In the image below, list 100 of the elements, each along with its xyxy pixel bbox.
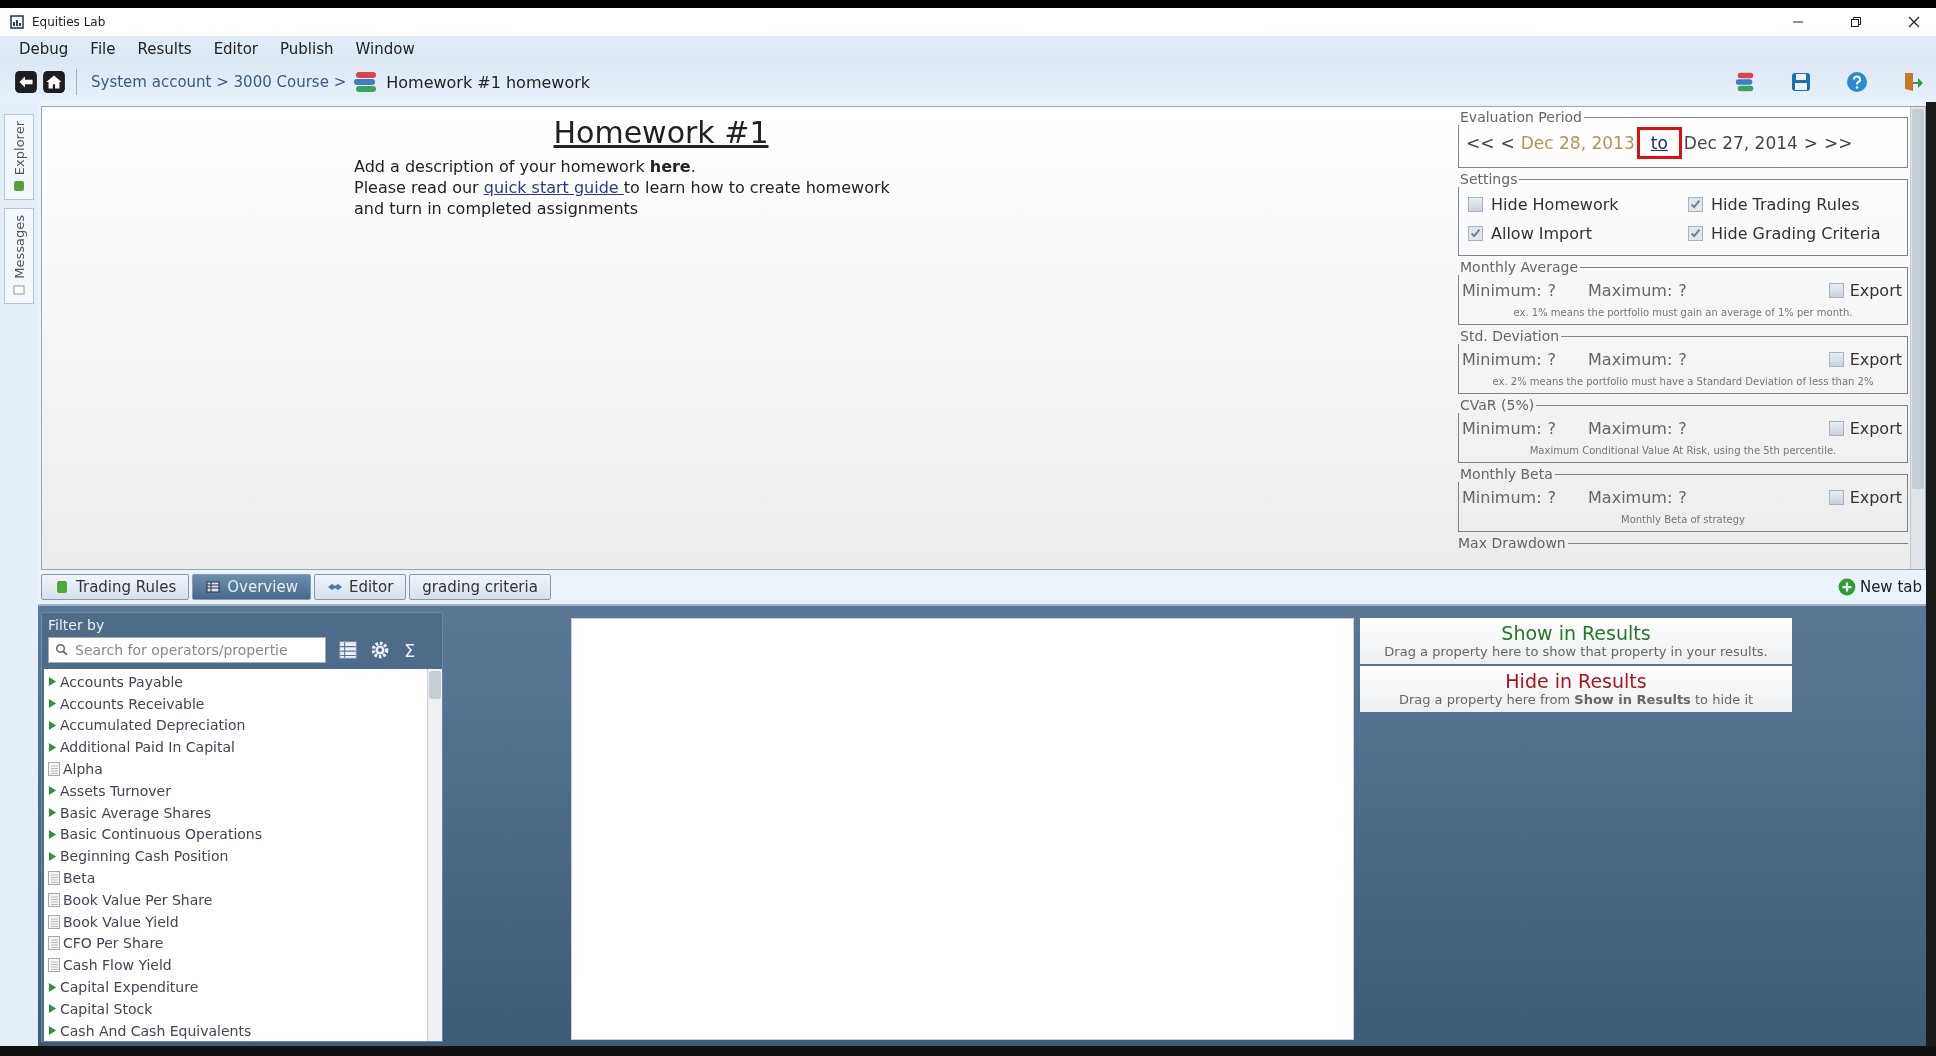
app-icon xyxy=(10,15,24,29)
menu-item[interactable]: Editor xyxy=(202,40,270,58)
breadcrumb-link[interactable]: System account > 3000 Course > xyxy=(91,73,347,91)
maximum-value[interactable]: ? xyxy=(1678,350,1687,369)
scrollbar[interactable] xyxy=(427,669,442,1041)
maximum-value[interactable]: ? xyxy=(1678,419,1687,438)
back-icon[interactable] xyxy=(14,70,38,94)
books-icon[interactable] xyxy=(1734,71,1756,93)
drop-zone[interactable]: Show in Results Drag a property here to show that property in your results. xyxy=(1360,618,1792,664)
tab[interactable]: Editor xyxy=(313,574,407,600)
tree-item[interactable]: CFO Per Share xyxy=(63,935,164,952)
previous-link[interactable]: < xyxy=(1500,133,1515,153)
maximum-label: Maximum: xyxy=(1588,419,1673,438)
to-link[interactable]: to xyxy=(1650,133,1668,153)
expand-arrow-icon[interactable] xyxy=(48,1025,57,1037)
table-icon[interactable] xyxy=(338,640,358,660)
expand-arrow-icon[interactable] xyxy=(48,741,57,753)
minimum-label: Minimum: xyxy=(1462,419,1542,438)
home-icon[interactable] xyxy=(42,70,66,94)
tree-item[interactable]: Beta xyxy=(63,870,96,887)
side-tab[interactable]: Messages xyxy=(4,208,34,304)
tree-item[interactable]: Alpha xyxy=(63,761,103,778)
expand-arrow-icon[interactable] xyxy=(48,807,57,819)
side-tab[interactable]: Explorer xyxy=(4,114,34,201)
tab[interactable]: Overview xyxy=(192,574,311,600)
checkbox[interactable] xyxy=(1828,283,1844,298)
tree-item[interactable]: Additional Paid In Capital xyxy=(60,739,235,756)
tree-item[interactable]: Book Value Yield xyxy=(63,913,179,930)
zone-title: Hide in Results xyxy=(1504,670,1648,692)
tree-item[interactable]: Book Value Per Share xyxy=(63,891,213,908)
drop-zone[interactable]: Hide in Results Drag a property here from Show in Results to hide it xyxy=(1360,666,1792,712)
expand-arrow-icon[interactable] xyxy=(48,981,57,993)
expand-arrow-icon[interactable] xyxy=(48,698,57,710)
group-label: CVaR (5%) xyxy=(1459,397,1536,413)
scrollbar[interactable] xyxy=(1910,107,1925,569)
checkbox[interactable] xyxy=(1828,421,1844,436)
checkbox[interactable] xyxy=(1468,226,1483,241)
menu-item[interactable]: Results xyxy=(126,40,203,58)
zone-hint: Drag a property here from Show in Results to hide it xyxy=(1397,692,1755,707)
end-date[interactable]: Dec 27, 2014 xyxy=(1683,133,1798,153)
save-icon[interactable] xyxy=(1790,71,1812,93)
panel-title: Filter by xyxy=(47,616,106,635)
tree-item[interactable]: Accumulated Depreciation xyxy=(60,717,246,734)
minimum-value[interactable]: ? xyxy=(1547,350,1557,369)
tree-item[interactable]: Capital Stock xyxy=(60,1000,153,1017)
settings-icon[interactable] xyxy=(370,640,390,660)
next-link[interactable]: > xyxy=(1803,133,1819,153)
guide-link[interactable]: quick start guide xyxy=(483,178,624,197)
criteria-note: Monthly Beta of strategy xyxy=(1620,513,1746,527)
sum-button[interactable]: Σ xyxy=(404,639,416,661)
minimum-value[interactable]: ? xyxy=(1547,281,1557,300)
expand-arrow-icon[interactable] xyxy=(48,1003,57,1015)
group-label: Std. Deviation xyxy=(1459,328,1561,344)
close-icon[interactable] xyxy=(1908,16,1920,28)
checkbox[interactable] xyxy=(1828,490,1844,505)
last-link[interactable]: >> xyxy=(1824,133,1853,153)
menu-item[interactable]: Window xyxy=(344,40,426,58)
group-label: Monthly Average xyxy=(1459,259,1579,275)
window-title: Equities Lab xyxy=(32,15,106,29)
checkbox[interactable] xyxy=(1688,197,1703,212)
expand-arrow-icon[interactable] xyxy=(48,828,57,840)
table-icon xyxy=(205,580,222,594)
option-label: Hide Homework xyxy=(1491,195,1619,214)
expand-arrow-icon[interactable] xyxy=(48,785,57,797)
first-link[interactable]: << xyxy=(1466,133,1495,153)
menu-item[interactable]: Debug xyxy=(8,40,80,58)
tree-item[interactable]: Assets Turnover xyxy=(60,782,171,799)
option-label: Allow Import xyxy=(1491,224,1592,243)
tree-item[interactable]: Capital Expenditure xyxy=(60,979,199,996)
help-icon[interactable] xyxy=(1846,71,1868,93)
minimum-label: Minimum: xyxy=(1462,281,1542,300)
maximum-value[interactable]: ? xyxy=(1678,488,1687,507)
restore-icon[interactable] xyxy=(1850,16,1862,28)
tree-item[interactable]: Beginning Cash Position xyxy=(60,848,229,865)
expand-arrow-icon[interactable] xyxy=(48,676,57,688)
menu-item[interactable]: Publish xyxy=(269,40,345,58)
tree-item[interactable]: Cash Flow Yield xyxy=(63,957,172,974)
maximum-label: Maximum: xyxy=(1588,281,1673,300)
search-field[interactable]: Search for operators/propertie xyxy=(48,637,326,663)
expand-arrow-icon[interactable] xyxy=(48,720,57,731)
tree-item[interactable]: Accounts Receivable xyxy=(60,695,205,712)
guide-text: Please read our quick start guide to learn how to create homework xyxy=(354,177,891,198)
maximum-value[interactable]: ? xyxy=(1678,281,1687,300)
minimum-value[interactable]: ? xyxy=(1547,419,1557,438)
checkbox[interactable] xyxy=(1468,197,1483,212)
tab[interactable]: Trading Rules xyxy=(41,574,190,600)
tree-item[interactable]: Basic Continuous Operations xyxy=(60,826,262,843)
checkbox[interactable] xyxy=(1688,226,1703,241)
tree-item[interactable]: Accounts Payable xyxy=(60,673,183,690)
exit-icon[interactable] xyxy=(1902,71,1924,93)
expand-arrow-icon[interactable] xyxy=(48,850,57,862)
document-icon xyxy=(48,892,60,907)
zone-hint: Drag a property here to show that property in your results. xyxy=(1383,644,1769,659)
tree-item[interactable]: Cash And Cash Equivalents xyxy=(60,1022,252,1039)
checkbox[interactable] xyxy=(1828,352,1844,367)
minimum-value[interactable]: ? xyxy=(1547,488,1557,507)
menu-item[interactable]: File xyxy=(79,40,127,58)
tree-item[interactable]: Basic Average Shares xyxy=(60,804,212,821)
tab[interactable]: grading criteria xyxy=(409,574,551,600)
new-tab-button[interactable]: New tab xyxy=(1833,578,1926,596)
